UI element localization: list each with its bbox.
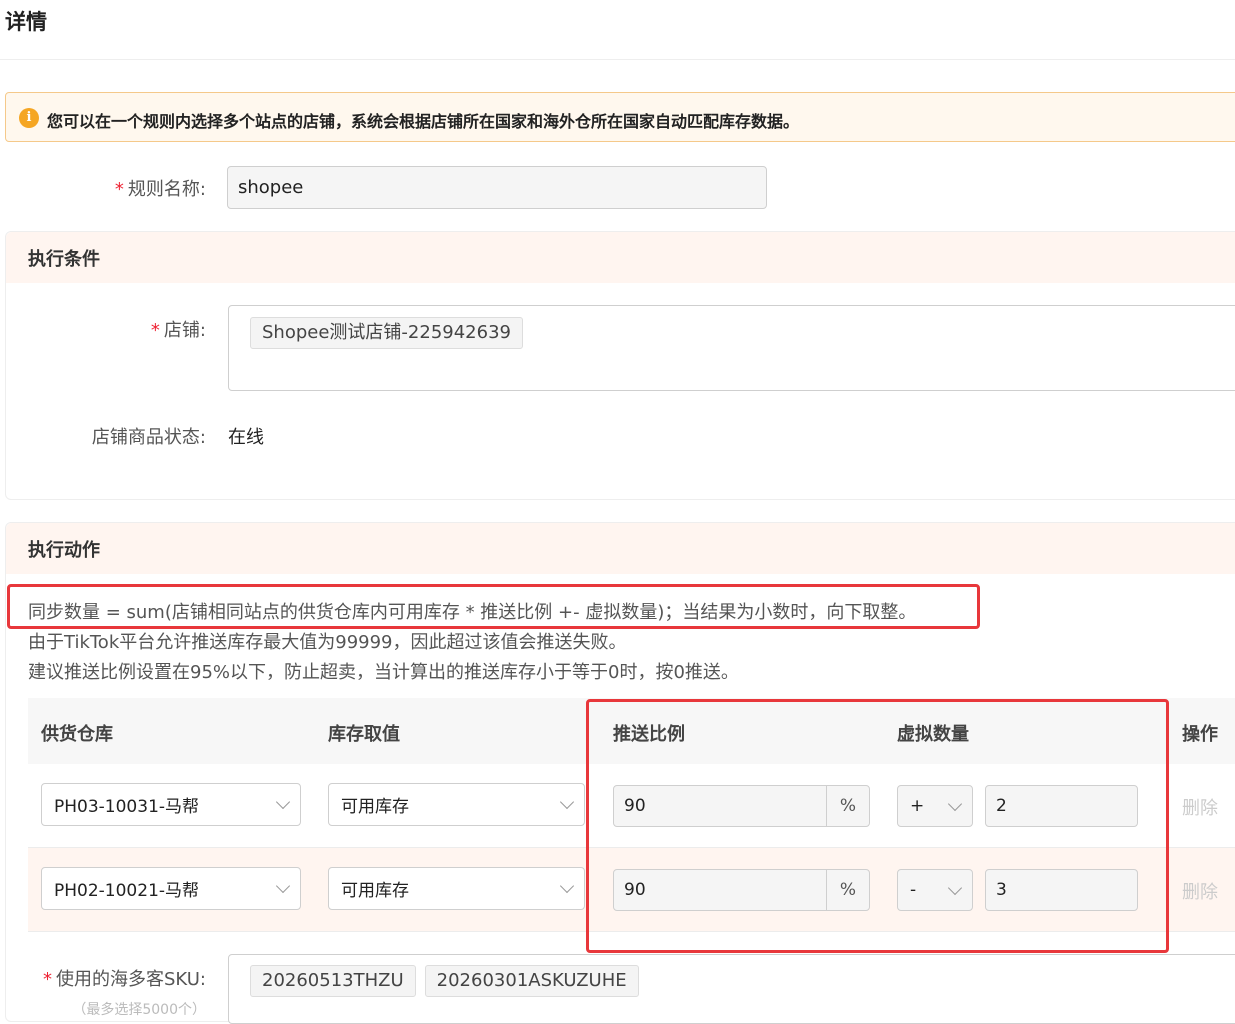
warehouse-value: PH02-10021-马帮 — [54, 881, 200, 901]
action-card-header — [6, 523, 1235, 574]
header-divider — [0, 59, 1235, 60]
chevron-down-icon — [275, 878, 291, 894]
stock-select[interactable]: 可用库存 — [328, 867, 585, 910]
required-mark: * — [150, 320, 160, 341]
chevron-down-icon — [559, 794, 575, 810]
highlight-box-ratio-virtual — [586, 699, 1169, 953]
chevron-down-icon — [275, 794, 291, 810]
warehouse-select[interactable]: PH03-10031-马帮 — [41, 783, 301, 826]
sku-label-text: 使用的海多客SKU: — [56, 969, 206, 990]
delete-button[interactable]: 删除 — [1182, 878, 1218, 904]
rule-name-label: * 规则名称: — [60, 175, 206, 201]
store-tag[interactable]: Shopee测试店铺-225942639 — [250, 317, 523, 349]
store-label-text: 店铺: — [163, 320, 206, 341]
rule-name-value: shopee — [238, 177, 304, 198]
chevron-down-icon — [559, 878, 575, 894]
sku-tag[interactable]: 20260301ASKUZUHE — [424, 965, 639, 997]
delete-button[interactable]: 删除 — [1182, 794, 1218, 820]
required-mark: * — [43, 969, 52, 990]
stock-select[interactable]: 可用库存 — [328, 783, 585, 826]
store-label: * 店铺: — [60, 316, 206, 342]
th-stock: 库存取值 — [328, 724, 400, 745]
page-title: 详情 — [5, 10, 47, 34]
sku-label: * 使用的海多客SKU: — [20, 965, 206, 991]
warehouse-value: PH03-10031-马帮 — [54, 797, 200, 817]
condition-card-header — [6, 232, 1235, 283]
required-mark: * — [114, 179, 124, 200]
th-warehouse: 供货仓库 — [41, 724, 113, 745]
sku-select[interactable]: 20260513THZU 20260301ASKUZUHE — [228, 954, 1235, 1024]
info-icon: i — [19, 108, 39, 128]
stock-value: 可用库存 — [341, 797, 409, 817]
rule-name-label-text: 规则名称: — [127, 179, 206, 200]
th-operation: 操作 — [1182, 724, 1218, 745]
stock-value: 可用库存 — [341, 881, 409, 901]
ratio-suggestion-text: 建议推送比例设置在95%以下，防止超卖，当计算出的推送库存小于等于0时，按0推送… — [28, 662, 739, 683]
condition-title: 执行条件 — [28, 249, 100, 270]
rule-name-input[interactable]: shopee — [227, 166, 767, 209]
action-title: 执行动作 — [28, 540, 100, 561]
store-status-label: 店铺商品状态: — [91, 427, 206, 448]
alert-text: 您可以在一个规则内选择多个站点的店铺，系统会根据店铺所在国家和海外仓所在国家自动… — [47, 112, 800, 131]
sku-tag[interactable]: 20260513THZU — [250, 965, 416, 997]
highlight-box-formula — [7, 584, 980, 629]
sku-hint: （最多选择5000个） — [72, 1002, 206, 1018]
store-select[interactable]: Shopee测试店铺-225942639 — [228, 305, 1235, 391]
store-status-value: 在线 — [228, 427, 264, 448]
tiktok-limit-text: 由于TikTok平台允许推送库存最大值为99999，因此超过该值会推送失败。 — [28, 632, 627, 653]
warehouse-select[interactable]: PH02-10021-马帮 — [41, 867, 301, 910]
